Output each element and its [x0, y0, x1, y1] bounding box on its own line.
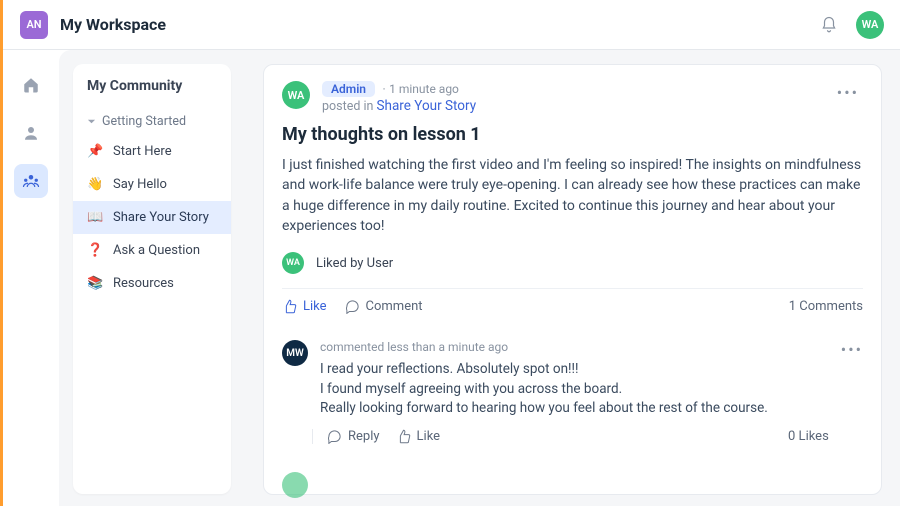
comment-button[interactable]: Comment: [345, 299, 423, 314]
books-icon: 📚: [87, 276, 103, 291]
liked-by-avatar[interactable]: WA: [282, 252, 304, 274]
home-icon: [22, 76, 40, 94]
post-time: 1 minute ago: [389, 82, 459, 96]
rail-community[interactable]: [14, 164, 48, 198]
comment-line: I found myself agreeing with you across …: [320, 380, 829, 400]
wave-icon: 👋: [87, 177, 103, 192]
reply-label: Reply: [348, 429, 380, 444]
reply-button[interactable]: Reply: [327, 429, 380, 444]
comment-like-label: Like: [417, 429, 441, 444]
side-item-label: Say Hello: [113, 177, 167, 192]
content-area: My Community Getting Started 📌 Start Her…: [59, 50, 900, 506]
post-context-row: posted in Share Your Story: [322, 98, 476, 114]
like-label: Like: [303, 299, 327, 314]
workspace-badge[interactable]: AN: [20, 11, 48, 39]
thumbs-up-icon: [282, 299, 297, 314]
comment: MW commented less than a minute ago I re…: [282, 324, 863, 460]
reply-composer-peek: [282, 460, 863, 494]
reply-composer-avatar[interactable]: [282, 472, 308, 498]
book-icon: 📖: [87, 210, 103, 225]
side-item-start-here[interactable]: 📌 Start Here: [73, 135, 231, 168]
liked-by-row: WA Liked by User: [282, 252, 863, 274]
rail-profile[interactable]: [14, 116, 48, 150]
side-item-label: Resources: [113, 276, 174, 291]
main: My Community Getting Started 📌 Start Her…: [3, 50, 900, 506]
side-item-label: Share Your Story: [113, 210, 209, 225]
post-time-sep: ·: [383, 82, 386, 96]
post-meta-row: Admin · 1 minute ago: [322, 81, 476, 97]
posted-in-prefix: posted in: [322, 99, 377, 114]
rail-home[interactable]: [14, 68, 48, 102]
pushpin-icon: 📌: [87, 144, 103, 159]
topbar: AN My Workspace WA: [0, 0, 900, 50]
post-more-button[interactable]: •••: [833, 81, 863, 104]
comment-action-bar: Reply Like 0 Likes: [312, 429, 829, 444]
notifications-icon[interactable]: [820, 16, 838, 34]
side-group-label: Getting Started: [102, 114, 186, 129]
comment-line: I read your reflections. Absolutely spot…: [320, 360, 829, 380]
side-item-ask-a-question[interactable]: ❓ Ask a Question: [73, 234, 231, 267]
liked-by-text: Liked by User: [316, 256, 393, 271]
post-author-avatar[interactable]: WA: [282, 81, 310, 109]
side-item-label: Ask a Question: [113, 243, 200, 258]
comment-author-avatar[interactable]: MW: [282, 340, 308, 366]
comment-body: I read your reflections. Absolutely spot…: [320, 360, 829, 419]
side-item-resources[interactable]: 📚 Resources: [73, 267, 231, 300]
speech-bubble-icon: [345, 299, 360, 314]
comment-label: Comment: [366, 299, 423, 314]
post-card: WA Admin · 1 minute ago posted in Share …: [263, 64, 882, 495]
comments-count[interactable]: 1 Comments: [789, 299, 863, 314]
post-body: I just finished watching the first video…: [282, 155, 863, 236]
chevron-down-icon: [87, 117, 96, 126]
thumbs-up-icon: [396, 429, 411, 444]
side-item-say-hello[interactable]: 👋 Say Hello: [73, 168, 231, 201]
community-side-panel: My Community Getting Started 📌 Start Her…: [73, 64, 231, 494]
post-title: My thoughts on lesson 1: [282, 124, 863, 145]
like-button[interactable]: Like: [282, 299, 327, 314]
post-header: WA Admin · 1 minute ago posted in Share …: [282, 81, 863, 114]
comment-likes-count: 0 Likes: [788, 429, 829, 444]
comment-more-button[interactable]: •••: [841, 340, 863, 359]
community-icon: [22, 172, 40, 190]
side-group-getting-started[interactable]: Getting Started: [73, 108, 231, 135]
workspace-title: My Workspace: [60, 15, 166, 34]
user-avatar[interactable]: WA: [856, 11, 884, 39]
side-item-share-your-story[interactable]: 📖 Share Your Story: [73, 201, 231, 234]
comment-line: Really looking forward to hearing how yo…: [320, 399, 829, 419]
post-action-bar: Like Comment 1 Comments: [282, 288, 863, 324]
nav-rail: [3, 50, 59, 506]
question-icon: ❓: [87, 243, 103, 258]
speech-bubble-icon: [327, 429, 342, 444]
posted-in-topic-link[interactable]: Share Your Story: [377, 98, 477, 114]
feed: WA Admin · 1 minute ago posted in Share …: [263, 64, 882, 506]
comment-like-button[interactable]: Like: [396, 429, 441, 444]
side-item-label: Start Here: [113, 144, 172, 159]
comment-time: commented less than a minute ago: [320, 340, 829, 354]
role-badge: Admin: [322, 81, 375, 97]
person-icon: [22, 124, 40, 142]
side-panel-title: My Community: [73, 78, 231, 108]
